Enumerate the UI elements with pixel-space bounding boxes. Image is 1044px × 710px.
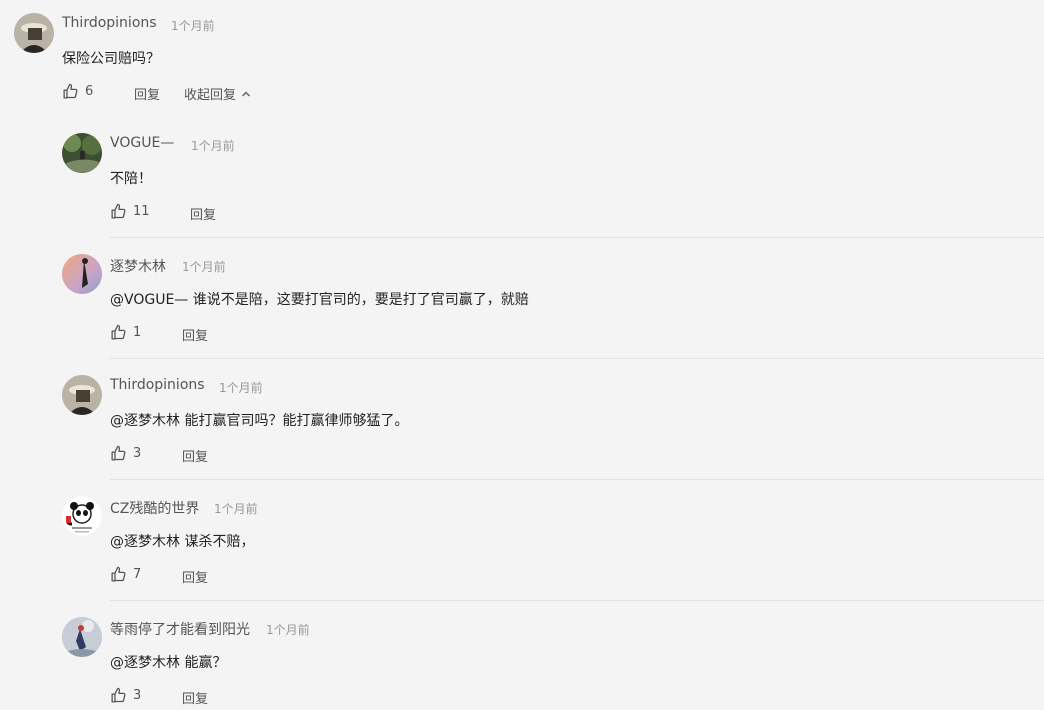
like-count: 11 [133,204,150,219]
reply-button[interactable]: 回复 [182,688,208,707]
like-button[interactable]: 1 [110,324,141,341]
reply-comment: Thirdopinions 1个月前 @逐梦木林 能打赢官司吗？能打赢律师够猛了… [0,363,1044,479]
comment-text: 保险公司赔吗？ [62,51,160,67]
reply-button[interactable]: 回复 [182,325,208,344]
reply-button[interactable]: 回复 [190,204,216,223]
comment-actions: 3 回复 [110,687,310,707]
like-button[interactable]: 6 [62,83,93,100]
like-button[interactable]: 3 [110,445,141,462]
like-button[interactable]: 3 [110,687,141,704]
comment-actions: 1 回复 [110,324,310,344]
thumbs-up-icon [111,687,126,703]
chevron-up-icon [241,90,251,97]
comment-time: 1个月前 [171,19,215,33]
commenter-name[interactable]: CZ残酷的世界 [110,498,199,518]
comment-text: @逐梦木林 谋杀不赔， [110,534,255,550]
divider [110,479,1044,480]
comment-actions: 3 回复 [110,445,310,465]
like-count: 6 [85,84,94,99]
like-count: 1 [133,325,142,340]
comment-text: @逐梦木林 能赢？ [110,655,227,671]
comment-time: 1个月前 [191,139,235,153]
divider [110,358,1044,359]
like-count: 3 [133,446,142,461]
divider [110,600,1044,601]
thumbs-up-icon [111,445,126,461]
thumbs-up-icon [63,83,78,99]
avatar[interactable] [14,13,54,53]
like-count: 3 [133,688,142,703]
collapse-replies-button[interactable]: 收起回复 [184,84,251,103]
commenter-name[interactable]: Thirdopinions [110,377,205,393]
reply-comment: 等雨停了才能看到阳光 1个月前 @逐梦木林 能赢？ 3 回复 [0,605,1044,710]
avatar[interactable] [62,617,102,657]
comment-actions: 6 回复 收起回复 [62,83,362,103]
avatar[interactable] [62,375,102,415]
comment-text: @逐梦木林 能打赢官司吗？能打赢律师够猛了。 [110,413,409,429]
thumbs-up-icon [111,203,126,219]
comment-actions: 11 回复 [110,203,310,223]
comment-text: 不陪！ [110,171,152,187]
reply-comment: VOGUE— 1个月前 不陪！ 11 回复 [0,121,1044,237]
reply-button[interactable]: 回复 [182,446,208,465]
avatar[interactable] [62,133,102,173]
commenter-name[interactable]: 等雨停了才能看到阳光 [110,619,250,639]
comment-time: 1个月前 [219,381,263,395]
commenter-name[interactable]: 逐梦木林 [110,256,166,276]
like-count: 7 [133,567,142,582]
top-comment: Thirdopinions 1个月前 保险公司赔吗？ 6 回复 收起回复 [0,0,1044,110]
thumbs-up-icon [111,324,126,340]
avatar[interactable] [62,254,102,294]
avatar[interactable] [62,496,102,536]
reply-comment: 逐梦木林 1个月前 @VOGUE— 谁说不是陪，这要打官司的，要是打了官司赢了，… [0,242,1044,358]
reply-button[interactable]: 回复 [134,84,160,103]
comment-time: 1个月前 [214,502,258,516]
like-button[interactable]: 11 [110,203,150,220]
reply-button[interactable]: 回复 [182,567,208,586]
thumbs-up-icon [111,566,126,582]
comment-time: 1个月前 [266,623,310,637]
divider [110,237,1044,238]
reply-comment: CZ残酷的世界 1个月前 @逐梦木林 谋杀不赔， 7 回复 [0,484,1044,600]
collapse-replies-label: 收起回复 [184,88,237,103]
commenter-name[interactable]: Thirdopinions [62,15,157,31]
like-button[interactable]: 7 [110,566,141,583]
comment-text: @VOGUE— 谁说不是陪，这要打官司的，要是打了官司赢了，就赔 [110,292,529,308]
comment-actions: 7 回复 [110,566,310,586]
commenter-name[interactable]: VOGUE— [110,135,174,151]
comment-time: 1个月前 [182,260,226,274]
